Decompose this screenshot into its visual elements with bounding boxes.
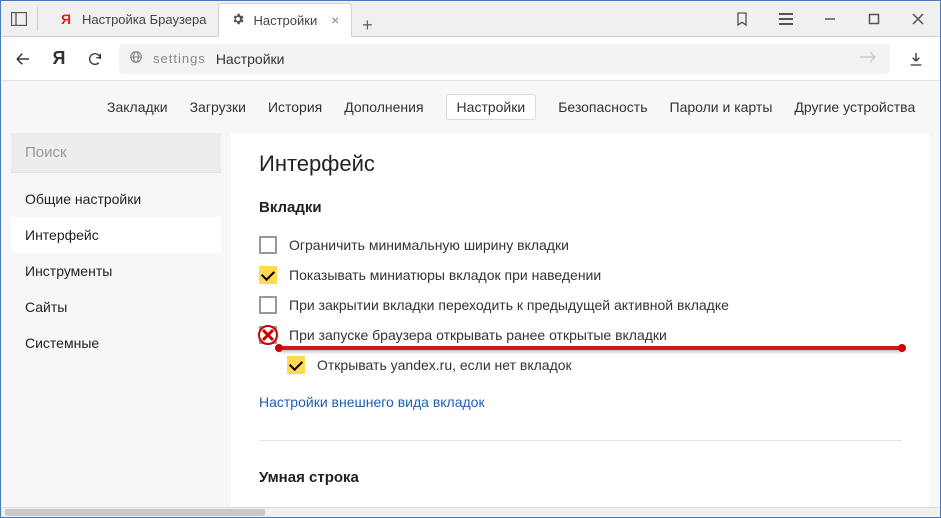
checkbox[interactable]	[287, 356, 305, 374]
checkbox[interactable]	[259, 266, 277, 284]
checkbox[interactable]	[259, 296, 277, 314]
window-controls	[720, 1, 940, 36]
page-heading: Интерфейс	[259, 151, 902, 177]
option-label: Ограничить минимальную ширину вкладки	[289, 237, 569, 253]
topnav-item-7[interactable]: Другие устройства	[794, 95, 915, 119]
option-label: Открывать yandex.ru, если нет вкладок	[317, 357, 572, 373]
topnav-item-4[interactable]: Настройки	[446, 94, 537, 120]
main: Поиск Общие настройкиИнтерфейсИнструмент…	[1, 133, 940, 509]
sidebar-item-3[interactable]: Сайты	[11, 289, 221, 325]
site-info-icon	[129, 50, 143, 67]
browser-tab-0[interactable]: Я Настройка Браузера	[46, 2, 218, 36]
sidebar-item-4[interactable]: Системные	[11, 325, 221, 361]
yandex-home-button[interactable]: Я	[47, 47, 71, 71]
topnav-item-1[interactable]: Загрузки	[190, 95, 246, 119]
topnav-item-0[interactable]: Закладки	[107, 95, 168, 119]
downloads-button[interactable]	[902, 51, 930, 67]
url-prefix: settings	[153, 51, 206, 66]
checkbox[interactable]	[259, 236, 277, 254]
close-window-button[interactable]	[896, 1, 940, 37]
search-input[interactable]: Поиск	[11, 133, 221, 173]
url-title: Настройки	[216, 51, 285, 67]
section-smart-line: Умная строка	[259, 440, 902, 486]
option-label: При запуске браузера открывать ранее отк…	[289, 327, 667, 343]
topnav: Закладки Загрузки История Дополнения Настрой…	[1, 81, 940, 133]
sidebar-item-0[interactable]: Общие настройки	[11, 181, 221, 217]
section-title-tabs: Вкладки	[259, 199, 902, 216]
minimize-button[interactable]	[808, 1, 852, 37]
topnav-item-6[interactable]: Пароли и карты	[670, 95, 773, 119]
option-row-1: Показывать миниатюры вкладок при наведен…	[259, 260, 902, 290]
back-button[interactable]	[11, 47, 35, 71]
maximize-button[interactable]	[852, 1, 896, 37]
sidebar-item-2[interactable]: Инструменты	[11, 253, 221, 289]
topnav-item-2[interactable]: История	[268, 95, 322, 119]
option-row-2: При закрытии вкладки переходить к предыд…	[259, 290, 902, 320]
tab-label: Настройка Браузера	[82, 12, 206, 27]
option-row-0: Ограничить минимальную ширину вкладки	[259, 230, 902, 260]
reload-button[interactable]	[83, 47, 107, 71]
new-tab-button[interactable]: +	[352, 15, 382, 36]
panel-toggle-icon[interactable]	[7, 12, 31, 26]
scrollbar-thumb[interactable]	[5, 509, 265, 516]
titlebar: Я Настройка Браузера Настройки × +	[1, 1, 940, 37]
topnav-item-3[interactable]: Дополнения	[344, 95, 423, 119]
checkbox[interactable]	[259, 326, 277, 344]
tab-appearance-link[interactable]: Настройки внешнего вида вкладок	[259, 394, 485, 410]
sidebar-item-1[interactable]: Интерфейс	[11, 217, 221, 253]
separator	[37, 7, 38, 31]
topnav-wrap: Закладки Загрузки История Дополнения Настрой…	[1, 81, 940, 133]
close-tab-icon[interactable]: ×	[331, 12, 339, 28]
titlebar-left	[1, 1, 44, 36]
option-row-3: При запуске браузера открывать ранее отк…	[259, 320, 902, 350]
search-placeholder: Поиск	[25, 144, 67, 161]
yandex-icon: Я	[58, 11, 74, 27]
url-arrow-icon	[860, 50, 880, 67]
section-title-smartline: Умная строка	[259, 469, 902, 486]
browser-tab-1[interactable]: Настройки ×	[218, 3, 352, 37]
gear-icon	[231, 12, 245, 29]
option-row-4: Открывать yandex.ru, если нет вкладок	[259, 350, 902, 380]
bookmark-icon[interactable]	[720, 1, 764, 37]
address-bar: Я settings Настройки	[1, 37, 940, 81]
option-label: Показывать миниатюры вкладок при наведен…	[289, 267, 601, 283]
sidebar: Поиск Общие настройкиИнтерфейсИнструмент…	[11, 133, 221, 509]
option-label: При закрытии вкладки переходить к предыд…	[289, 297, 729, 313]
url-box[interactable]: settings Настройки	[119, 44, 890, 74]
tab-strip: Я Настройка Браузера Настройки × +	[44, 1, 720, 36]
menu-icon[interactable]	[764, 1, 808, 37]
tab-label: Настройки	[253, 13, 317, 28]
content: Интерфейс Вкладки Ограничить минимальную…	[231, 133, 930, 509]
horizontal-scrollbar[interactable]	[1, 507, 940, 517]
topnav-item-5[interactable]: Безопасность	[558, 95, 647, 119]
